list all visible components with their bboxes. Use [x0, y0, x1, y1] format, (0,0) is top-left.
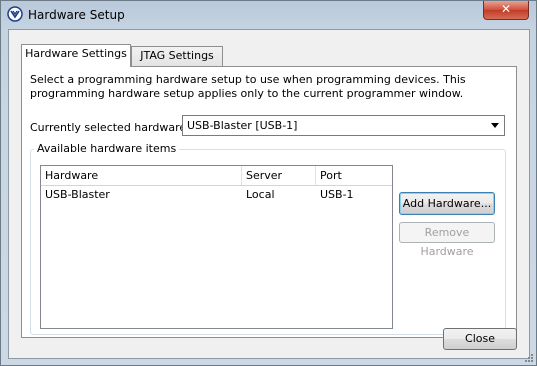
dialog-body: Hardware Settings JTAG Settings Select a…: [8, 29, 530, 359]
list-header: Hardware Server Port: [41, 166, 392, 186]
hardware-setup-window: Hardware Setup ✕ Hardware Settings JTAG …: [0, 0, 537, 366]
description-text: Select a programming hardware setup to u…: [30, 73, 466, 100]
resize-grip-icon[interactable]: [524, 353, 534, 363]
tab-label: Hardware Settings: [25, 47, 127, 60]
column-header-port[interactable]: Port: [316, 166, 392, 185]
column-header-server[interactable]: Server: [242, 166, 316, 185]
hardware-settings-panel: Select a programming hardware setup to u…: [21, 66, 517, 338]
tab-jtag-settings[interactable]: JTAG Settings: [131, 46, 223, 66]
cell-server: Local: [246, 188, 275, 201]
hardware-list[interactable]: Hardware Server Port USB-Blaster Local U…: [40, 165, 393, 329]
current-hardware-value: USB-Blaster [USB-1]: [187, 119, 298, 132]
available-hardware-label: Available hardware items: [34, 142, 180, 155]
close-icon: ✕: [500, 2, 512, 16]
column-header-hardware[interactable]: Hardware: [41, 166, 242, 185]
tab-label: JTAG Settings: [140, 49, 214, 62]
cell-hardware: USB-Blaster: [45, 188, 110, 201]
cell-port: USB-1: [320, 188, 354, 201]
window-title: Hardware Setup: [28, 8, 125, 22]
list-item[interactable]: USB-Blaster Local USB-1: [41, 186, 392, 204]
app-icon: [7, 6, 23, 22]
current-hardware-label: Currently selected hardware:: [30, 121, 190, 134]
tab-hardware-settings[interactable]: Hardware Settings: [21, 44, 131, 67]
add-hardware-button[interactable]: Add Hardware...: [399, 192, 495, 215]
title-bar[interactable]: Hardware Setup ✕: [1, 1, 536, 29]
current-hardware-select[interactable]: USB-Blaster [USB-1]: [182, 115, 505, 136]
close-window-button[interactable]: ✕: [483, 1, 529, 20]
close-button[interactable]: Close: [443, 328, 517, 350]
remove-hardware-button[interactable]: Remove Hardware: [399, 222, 495, 258]
chevron-down-icon[interactable]: [491, 123, 499, 128]
